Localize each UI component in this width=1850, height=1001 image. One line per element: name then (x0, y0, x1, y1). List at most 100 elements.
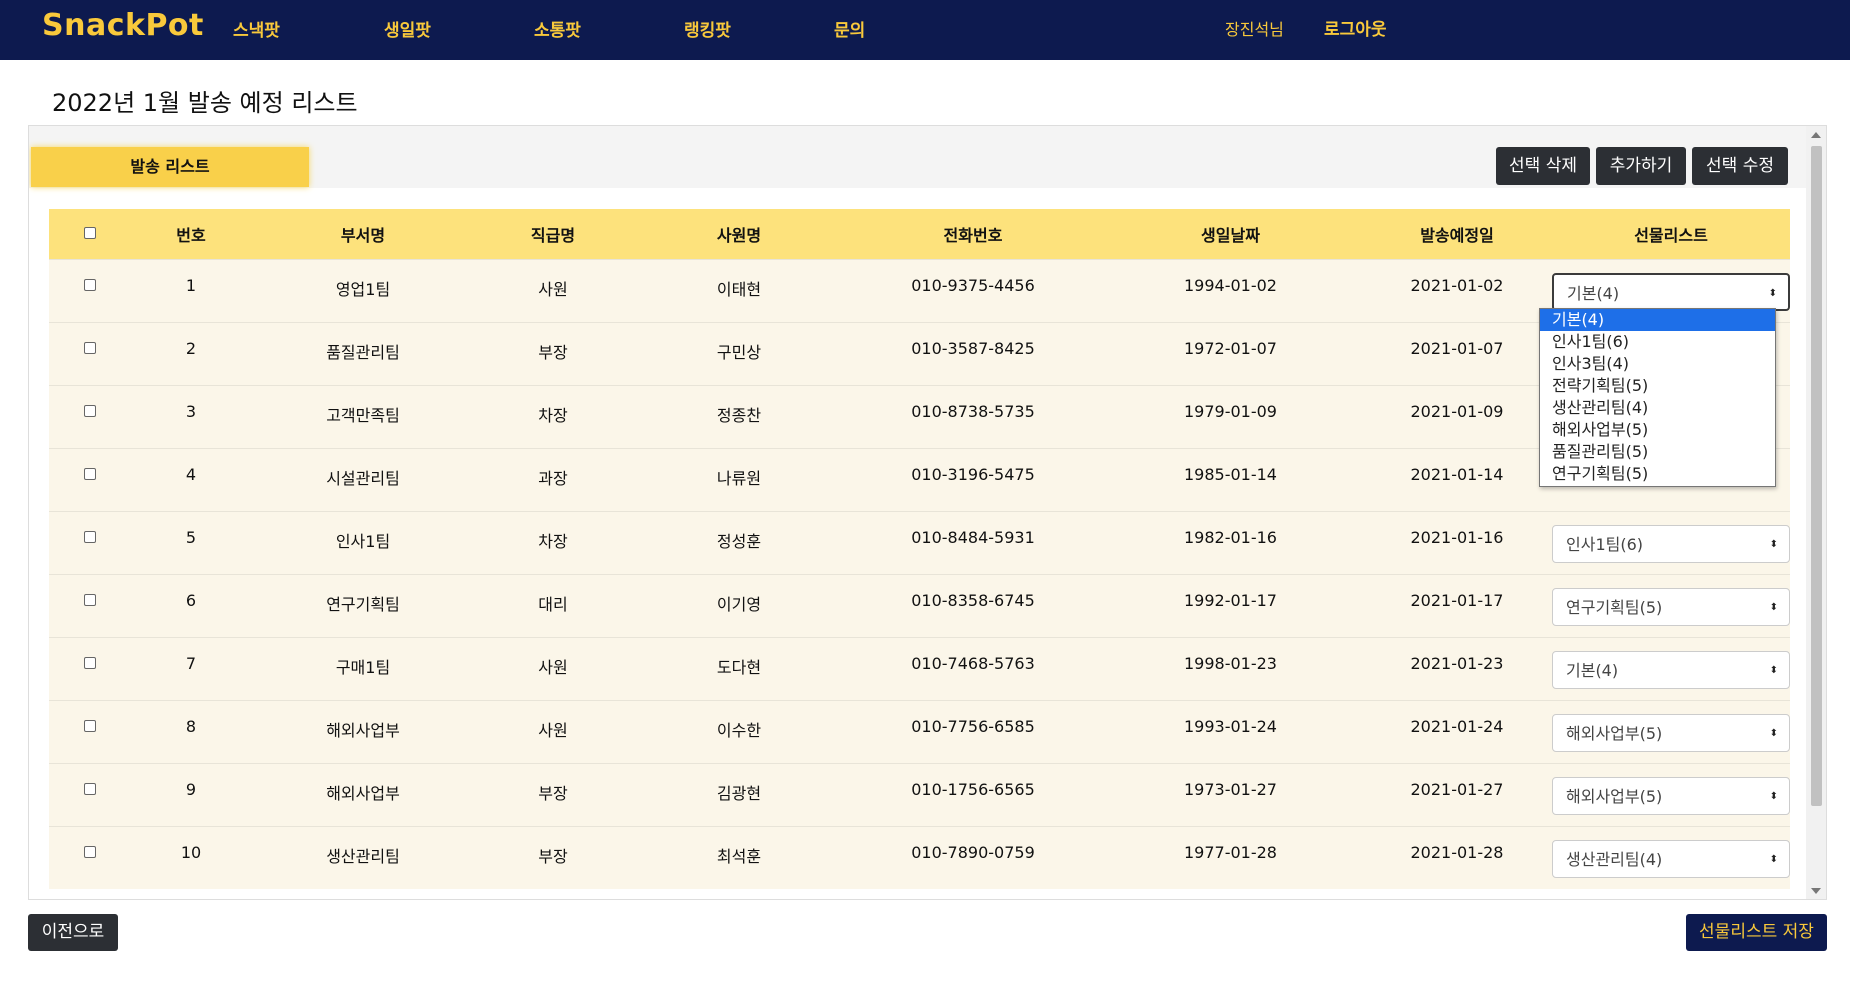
row-checkbox[interactable] (84, 278, 96, 291)
header-employee-name: 사원명 (716, 225, 762, 245)
row-rank: 과장 (538, 468, 568, 488)
row-checkbox[interactable] (84, 719, 96, 732)
row-birthday: 1977-01-28 (1184, 842, 1277, 862)
scroll-down-arrow-icon[interactable] (1811, 888, 1821, 894)
row-checkbox[interactable] (84, 593, 96, 606)
row-phone: 010-8484-5931 (911, 527, 1035, 547)
row-checkbox[interactable] (84, 656, 96, 669)
row-number: 2 (185, 338, 197, 358)
row-checkbox[interactable] (84, 530, 96, 543)
row-department: 생산관리팀 (326, 846, 400, 866)
dropdown-option[interactable]: 연구기획팀(5) (1540, 463, 1775, 485)
select-arrows-icon: ⬍ (1769, 538, 1778, 550)
row-select-cell (49, 322, 131, 385)
edit-selected-button[interactable]: 선택 수정 (1692, 147, 1788, 185)
nav-link-communication[interactable]: 소통팟 (534, 16, 581, 41)
row-department: 해외사업부 (326, 783, 400, 803)
scroll-up-arrow-icon[interactable] (1811, 132, 1821, 138)
select-all-checkbox[interactable] (84, 227, 96, 240)
dropdown-option[interactable]: 인사3팀(4) (1540, 353, 1775, 375)
row-birthday: 1979-01-09 (1184, 401, 1277, 421)
row-send-date: 2021-01-14 (1410, 464, 1504, 484)
row-select-cell (49, 511, 131, 574)
logout-link[interactable]: 로그아웃 (1324, 15, 1387, 40)
dropdown-option[interactable]: 생산관리팀(4) (1540, 397, 1775, 419)
row-employee-name: 최석훈 (716, 846, 762, 866)
table-row: 10 생산관리팀 부장 최석훈 010-7890-0759 1977-01-28 2021-… (49, 826, 1790, 889)
row-gift-cell: 기본(4) ⬍ (1552, 637, 1790, 700)
user-name: 장진석님 (1225, 20, 1284, 39)
dropdown-option[interactable]: 품질관리팀(5) (1540, 441, 1775, 463)
back-button[interactable]: 이전으로 (28, 914, 118, 951)
row-checkbox[interactable] (84, 782, 96, 795)
select-arrows-icon: ⬍ (1769, 601, 1778, 613)
gift-list-select[interactable]: 해외사업부(5) ⬍ (1552, 776, 1790, 815)
send-list-table-container: 번호 부서명 직급명 사원명 전화번호 생일날짜 발송예정일 선물리스트 1 영업… (49, 209, 1790, 899)
gift-list-dropdown-menu[interactable]: 기본(4) 인사1팀(6) 인사3팀(4) 전략기획팀(5) 생산관리팀(4) 해외사업부… (1539, 308, 1776, 487)
table-row: 8 해외사업부 사원 이수한 010-7756-6585 1993-01-24 2021-0… (49, 700, 1790, 763)
gift-list-select[interactable]: 기본(4) ⬍ (1552, 650, 1790, 689)
dropdown-option[interactable]: 전략기획팀(5) (1540, 375, 1775, 397)
dropdown-option[interactable]: 인사1팀(6) (1540, 331, 1775, 353)
row-rank: 차장 (538, 405, 568, 425)
row-send-date: 2021-01-24 (1410, 716, 1504, 736)
table-row: 1 영업1팀 사원 이태현 010-9375-4456 1994-01-02 2021-01… (49, 259, 1790, 322)
gift-list-select[interactable]: 연구기획팀(5) ⬍ (1552, 587, 1790, 626)
row-select-cell (49, 385, 131, 448)
gift-list-select[interactable]: 기본(4) ⬍ (1552, 272, 1790, 311)
row-send-date: 2021-01-07 (1410, 338, 1504, 358)
table-row: 4 시설관리팀 과장 나류원 010-3196-5475 1985-01-14 2021-0… (49, 448, 1790, 511)
row-select-cell (49, 763, 131, 826)
row-department: 해외사업부 (326, 720, 400, 740)
row-select-cell (49, 259, 131, 322)
panel-header: 발송 리스트 선택 삭제 추가하기 선택 수정 (29, 126, 1808, 188)
gift-list-select[interactable]: 생산관리팀(4) ⬍ (1552, 839, 1790, 878)
save-gift-list-button[interactable]: 선물리스트 저장 (1686, 914, 1827, 951)
nav-link-birthday[interactable]: 생일팟 (384, 16, 431, 41)
row-department: 연구기획팀 (326, 594, 400, 614)
row-checkbox[interactable] (84, 467, 96, 480)
row-number: 9 (185, 779, 197, 799)
row-birthday: 1993-01-24 (1184, 716, 1277, 736)
gift-list-select-value: 기본(4) (1566, 660, 1619, 680)
select-arrows-icon: ⬍ (1769, 727, 1778, 739)
header-rank: 직급명 (530, 225, 576, 245)
select-arrows-icon: ⬍ (1768, 287, 1777, 299)
row-gift-cell: 해외사업부(5) ⬍ (1552, 700, 1790, 763)
nav-link-inquiry[interactable]: 문의 (834, 16, 865, 41)
row-number: 1 (185, 275, 197, 295)
delete-selected-button[interactable]: 선택 삭제 (1496, 147, 1590, 185)
send-list-panel: 발송 리스트 선택 삭제 추가하기 선택 수정 번호 부서명 직급명 사원명 전… (28, 125, 1827, 900)
row-checkbox[interactable] (84, 341, 96, 354)
header-gift-list: 선물리스트 (1634, 225, 1708, 245)
dropdown-option[interactable]: 해외사업부(5) (1540, 419, 1775, 441)
select-arrows-icon: ⬍ (1769, 853, 1778, 865)
row-rank: 부장 (538, 846, 568, 866)
gift-list-select[interactable]: 해외사업부(5) ⬍ (1552, 713, 1790, 752)
add-button[interactable]: 추가하기 (1596, 147, 1686, 185)
row-gift-cell: 인사1팀(6) ⬍ (1552, 511, 1790, 574)
row-department: 인사1팀 (335, 531, 391, 551)
row-send-date: 2021-01-28 (1410, 842, 1504, 862)
tab-send-list[interactable]: 발송 리스트 (31, 147, 309, 187)
row-rank: 사원 (538, 279, 568, 299)
gift-list-select-value: 해외사업부(5) (1566, 786, 1663, 806)
row-checkbox[interactable] (84, 845, 96, 858)
send-list-table: 번호 부서명 직급명 사원명 전화번호 생일날짜 발송예정일 선물리스트 1 영업… (49, 209, 1790, 889)
row-gift-cell: 생산관리팀(4) ⬍ (1552, 826, 1790, 889)
header-birthday: 생일날짜 (1201, 225, 1260, 245)
gift-list-select[interactable]: 인사1팀(6) ⬍ (1552, 524, 1790, 563)
row-phone: 010-3587-8425 (911, 338, 1035, 358)
vertical-scrollbar[interactable] (1806, 126, 1826, 899)
nav-link-snackpot[interactable]: 스낵팟 (233, 16, 280, 41)
scrollbar-thumb[interactable] (1811, 146, 1822, 806)
nav-link-ranking[interactable]: 랭킹팟 (684, 16, 731, 41)
row-select-cell (49, 574, 131, 637)
row-birthday: 1998-01-23 (1184, 653, 1277, 673)
row-select-cell (49, 700, 131, 763)
row-birthday: 1972-01-07 (1184, 338, 1277, 358)
row-checkbox[interactable] (84, 404, 96, 417)
top-navbar: SnackPot 스낵팟 생일팟 소통팟 랭킹팟 문의 장진석님 로그아웃 (0, 0, 1850, 60)
brand-logo[interactable]: SnackPot (42, 8, 204, 43)
dropdown-option[interactable]: 기본(4) (1540, 309, 1775, 331)
